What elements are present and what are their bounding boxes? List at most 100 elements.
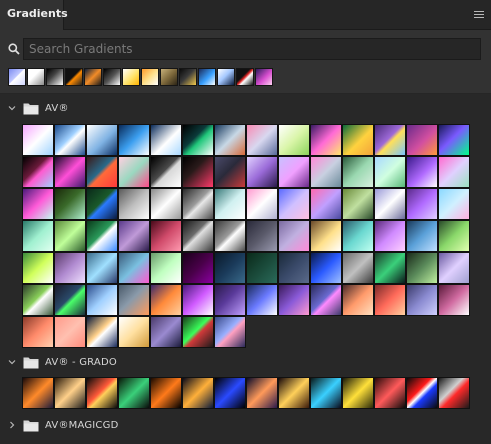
recent-gradient-swatch[interactable] (27, 68, 45, 86)
recent-gradient-swatch[interactable] (198, 68, 216, 86)
gradient-swatch[interactable] (150, 220, 182, 252)
gradient-swatch[interactable] (86, 124, 118, 156)
gradient-swatch[interactable] (374, 188, 406, 220)
gradient-swatch[interactable] (150, 377, 182, 409)
recent-gradient-swatch[interactable] (217, 68, 235, 86)
gradient-swatch[interactable] (54, 124, 86, 156)
gradient-swatch[interactable] (182, 316, 214, 348)
gradient-swatch[interactable] (342, 124, 374, 156)
hamburger-menu-icon[interactable] (474, 11, 484, 19)
recent-gradient-swatch[interactable] (46, 68, 64, 86)
gradient-swatch[interactable] (182, 124, 214, 156)
gradient-swatch[interactable] (182, 377, 214, 409)
gradient-swatch[interactable] (342, 220, 374, 252)
recent-gradient-swatch[interactable] (84, 68, 102, 86)
gradient-swatch[interactable] (214, 316, 246, 348)
gradient-swatch[interactable] (246, 124, 278, 156)
gradient-swatch[interactable] (438, 377, 470, 409)
gradient-swatch[interactable] (310, 252, 342, 284)
gradient-swatch[interactable] (438, 156, 470, 188)
gradient-swatch[interactable] (214, 252, 246, 284)
gradient-swatch[interactable] (54, 377, 86, 409)
chevron-right-icon[interactable] (8, 421, 16, 429)
gradient-swatch[interactable] (342, 252, 374, 284)
gradient-swatch[interactable] (150, 188, 182, 220)
gradient-swatch[interactable] (278, 124, 310, 156)
gradient-swatch[interactable] (246, 284, 278, 316)
gradient-swatch[interactable] (54, 316, 86, 348)
gradient-swatch[interactable] (182, 156, 214, 188)
gradient-swatch[interactable] (182, 284, 214, 316)
gradient-swatch[interactable] (182, 252, 214, 284)
tab-gradients[interactable]: Gradients (0, 0, 68, 30)
gradient-swatch[interactable] (22, 220, 54, 252)
gradient-swatch[interactable] (86, 284, 118, 316)
recent-gradient-swatch[interactable] (103, 68, 121, 86)
gradient-swatch[interactable] (214, 377, 246, 409)
gradient-swatch[interactable] (310, 188, 342, 220)
recent-gradient-swatch[interactable] (141, 68, 159, 86)
gradient-swatch[interactable] (278, 156, 310, 188)
gradient-swatch[interactable] (406, 188, 438, 220)
gradient-swatch[interactable] (54, 156, 86, 188)
chevron-down-icon[interactable] (8, 358, 16, 366)
gradient-swatch[interactable] (278, 284, 310, 316)
recent-gradient-swatch[interactable] (236, 68, 254, 86)
search-input[interactable] (23, 38, 481, 60)
gradient-swatch[interactable] (438, 284, 470, 316)
gradient-swatch[interactable] (54, 252, 86, 284)
gradient-swatch[interactable] (214, 220, 246, 252)
gradient-swatch[interactable] (438, 252, 470, 284)
gradient-swatch[interactable] (86, 156, 118, 188)
group-header-av-magicgd[interactable]: AV®MAGICGD (0, 415, 491, 437)
gradient-swatch[interactable] (214, 156, 246, 188)
gradient-swatch[interactable] (310, 377, 342, 409)
gradient-swatch[interactable] (406, 377, 438, 409)
gradient-swatch[interactable] (278, 252, 310, 284)
gradient-swatch[interactable] (182, 188, 214, 220)
recent-gradient-swatch[interactable] (8, 68, 26, 86)
gradient-swatch[interactable] (22, 124, 54, 156)
gradient-swatch[interactable] (86, 252, 118, 284)
gradient-swatch[interactable] (438, 188, 470, 220)
recent-gradient-swatch[interactable] (65, 68, 83, 86)
gradient-swatch[interactable] (246, 188, 278, 220)
gradient-swatch[interactable] (86, 377, 118, 409)
gradient-swatch[interactable] (150, 124, 182, 156)
recent-gradient-swatch[interactable] (122, 68, 140, 86)
gradient-swatch[interactable] (182, 220, 214, 252)
gradient-swatch[interactable] (150, 316, 182, 348)
recent-gradient-swatch[interactable] (255, 68, 273, 86)
gradient-swatch[interactable] (374, 124, 406, 156)
gradient-swatch[interactable] (118, 156, 150, 188)
gradient-swatch[interactable] (278, 377, 310, 409)
gradient-swatch[interactable] (150, 252, 182, 284)
gradient-swatch[interactable] (310, 156, 342, 188)
gradient-swatch[interactable] (342, 284, 374, 316)
gradient-swatch[interactable] (406, 124, 438, 156)
gradient-swatch[interactable] (374, 284, 406, 316)
gradient-swatch[interactable] (406, 252, 438, 284)
gradient-swatch[interactable] (54, 220, 86, 252)
gradient-swatch[interactable] (86, 220, 118, 252)
gradient-swatch[interactable] (214, 188, 246, 220)
gradient-swatch[interactable] (310, 220, 342, 252)
gradient-swatch[interactable] (374, 220, 406, 252)
gradient-swatch[interactable] (118, 220, 150, 252)
gradient-swatch[interactable] (86, 188, 118, 220)
gradient-swatch[interactable] (374, 156, 406, 188)
gradient-swatch[interactable] (214, 284, 246, 316)
gradient-swatch[interactable] (150, 284, 182, 316)
gradient-swatch[interactable] (406, 156, 438, 188)
gradient-swatch[interactable] (22, 377, 54, 409)
gradient-swatch[interactable] (406, 220, 438, 252)
gradient-swatch[interactable] (406, 284, 438, 316)
group-header-av[interactable]: AV® (0, 98, 491, 120)
gradient-swatch[interactable] (246, 156, 278, 188)
gradient-swatch[interactable] (118, 124, 150, 156)
gradient-swatch[interactable] (22, 252, 54, 284)
gradient-swatch[interactable] (310, 284, 342, 316)
recent-gradient-swatch[interactable] (179, 68, 197, 86)
gradient-swatch[interactable] (374, 252, 406, 284)
gradient-swatch[interactable] (86, 316, 118, 348)
